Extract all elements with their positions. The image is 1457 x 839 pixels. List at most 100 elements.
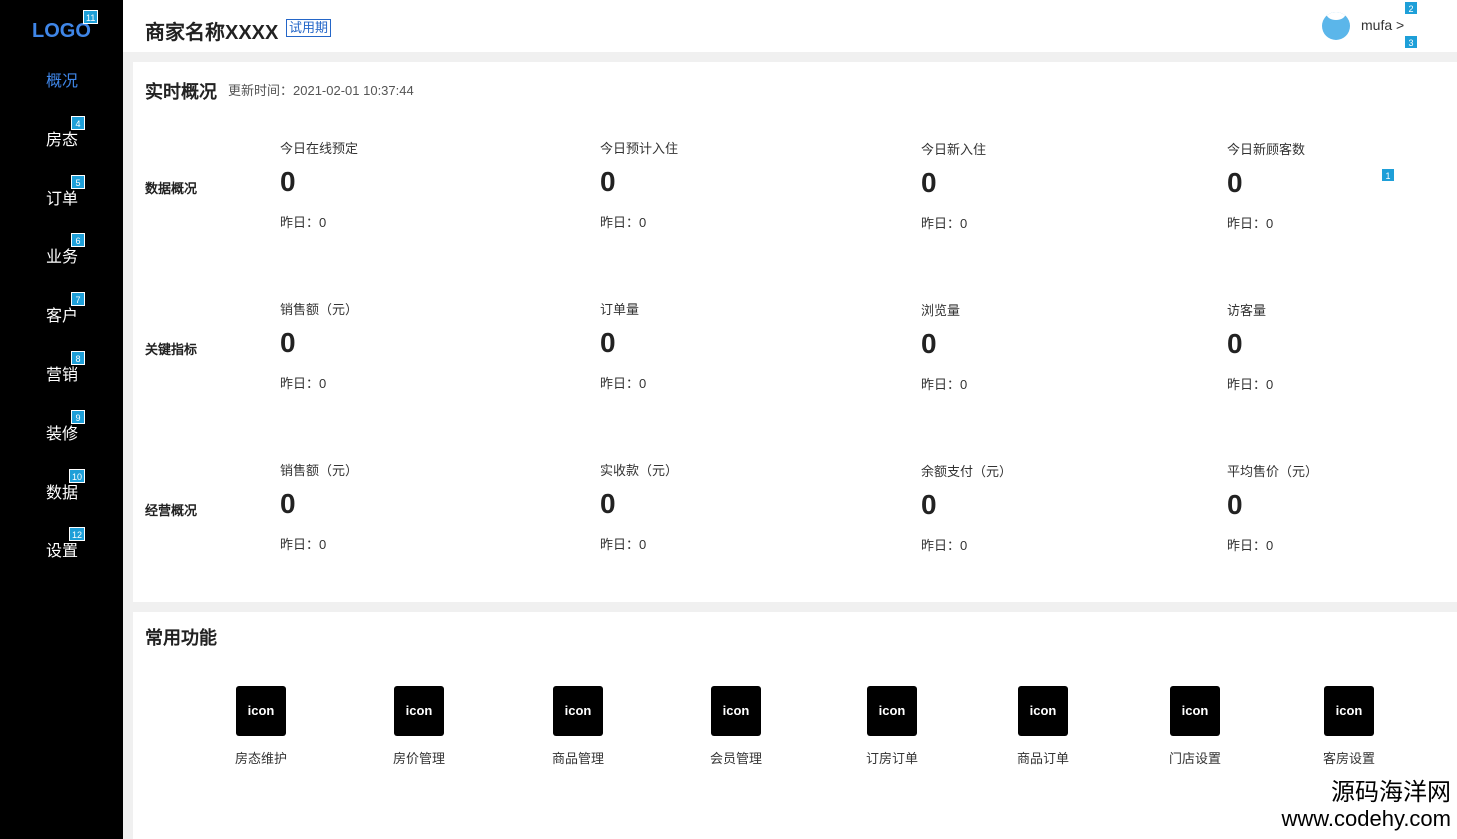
metric-card: 今日在线预定 0 昨日：0 xyxy=(280,138,500,248)
metric-card: 访客量 0 昨日：0 xyxy=(1227,300,1447,410)
nav-badge: 8 xyxy=(71,351,85,365)
trial-tag: 试用期 xyxy=(286,19,332,37)
function-label: 商品管理 xyxy=(551,751,604,766)
common-functions-panel: 常用功能 icon 房态维护 icon 房价管理 icon 商品管理 icon … xyxy=(133,612,1457,839)
metric-value: 0 xyxy=(921,167,937,198)
watermark-line2: www.codehy.com xyxy=(1281,806,1451,831)
metric-label: 销售额（元） xyxy=(280,302,359,317)
metric-card: 余额支付（元） 0 昨日：0 xyxy=(921,461,1141,571)
metric-value: 0 xyxy=(600,327,616,358)
metric-label: 今日新顾客数 xyxy=(1227,142,1306,157)
logo-badge: 11 xyxy=(83,10,99,24)
function-label: 订房订单 xyxy=(865,751,918,766)
nav-badge: 9 xyxy=(71,410,85,424)
function-icon: icon xyxy=(1324,686,1374,736)
nav-badge: 12 xyxy=(69,527,86,541)
metric-card: 销售额（元） 0 昨日：0 xyxy=(280,299,500,409)
metric-yesterday: 昨日：0 xyxy=(921,538,968,553)
row-label-operations: 经营概况 xyxy=(145,503,198,518)
sidebar-item-overview[interactable]: 概况 xyxy=(46,67,78,91)
metric-card: 今日新入住 0 昨日：0 xyxy=(921,139,1141,249)
metric-label: 浏览量 xyxy=(921,303,961,318)
merchant-name: 商家名称XXXX xyxy=(145,22,279,44)
metric-card: 销售额（元） 0 昨日：0 xyxy=(280,460,500,570)
metric-value: 0 xyxy=(1227,167,1243,198)
function-icon: icon xyxy=(1170,686,1220,736)
function-products[interactable]: icon 商品管理 xyxy=(533,686,623,776)
nav-badge: 4 xyxy=(71,116,85,130)
metric-yesterday: 昨日：0 xyxy=(280,376,327,391)
metric-value: 0 xyxy=(280,327,296,358)
avatar[interactable] xyxy=(1322,12,1350,40)
function-icon: icon xyxy=(236,686,286,736)
row-label-data-overview: 数据概况 xyxy=(145,181,198,196)
function-icon: icon xyxy=(867,686,917,736)
function-icon: icon xyxy=(711,686,761,736)
metric-label: 今日新入住 xyxy=(921,142,987,157)
function-icon: icon xyxy=(1018,686,1068,736)
overview-title: 实时概况 xyxy=(145,82,217,102)
metric-label: 今日预计入住 xyxy=(600,141,679,156)
metric-yesterday: 昨日：0 xyxy=(1227,538,1274,553)
metric-yesterday: 昨日：0 xyxy=(600,537,647,552)
metric-label: 访客量 xyxy=(1227,303,1267,318)
metric-yesterday: 昨日：0 xyxy=(600,215,647,230)
function-label: 会员管理 xyxy=(709,751,762,766)
metric-value: 0 xyxy=(921,328,937,359)
function-store-settings[interactable]: icon 门店设置 xyxy=(1150,686,1240,776)
metric-label: 平均售价（元） xyxy=(1227,464,1319,479)
metric-value: 0 xyxy=(280,488,296,519)
function-members[interactable]: icon 会员管理 xyxy=(691,686,781,776)
metric-yesterday: 昨日：0 xyxy=(921,216,968,231)
function-room-price[interactable]: icon 房价管理 xyxy=(374,686,464,776)
nav-badge: 5 xyxy=(71,175,85,189)
metric-value: 0 xyxy=(1227,489,1243,520)
function-room-status[interactable]: icon 房态维护 xyxy=(216,686,306,776)
watermark: 源码海洋网 www.codehy.com xyxy=(1281,779,1451,831)
sidebar: LOGO 11 概况 房态 4 订单 5 业务 6 客户 7 营销 8 装修 9… xyxy=(0,0,123,839)
metric-card: 平均售价（元） 0 昨日：0 xyxy=(1227,461,1447,571)
metric-value: 0 xyxy=(600,488,616,519)
metric-label: 今日在线预定 xyxy=(280,141,359,156)
functions-title: 常用功能 xyxy=(145,628,217,648)
metric-card: 今日新顾客数 0 昨日：0 xyxy=(1227,139,1447,249)
metric-yesterday: 昨日：0 xyxy=(1227,216,1274,231)
header-badge: 3 xyxy=(1404,35,1418,49)
metric-value: 0 xyxy=(280,166,296,197)
metric-value: 0 xyxy=(1227,328,1243,359)
header-badge: 2 xyxy=(1404,1,1418,15)
function-room-settings[interactable]: icon 客房设置 xyxy=(1304,686,1394,776)
user-menu[interactable]: mufa > xyxy=(1361,17,1404,33)
metric-card: 浏览量 0 昨日：0 xyxy=(921,300,1141,410)
nav-badge: 7 xyxy=(71,292,85,306)
metric-card: 订单量 0 昨日：0 xyxy=(600,299,820,409)
metric-card: 实收款（元） 0 昨日：0 xyxy=(600,460,820,570)
function-room-orders[interactable]: icon 订房订单 xyxy=(847,686,937,776)
row-label-key-metrics: 关键指标 xyxy=(145,342,198,357)
function-product-orders[interactable]: icon 商品订单 xyxy=(998,686,1088,776)
metric-card: 今日预计入住 0 昨日：0 xyxy=(600,138,820,248)
function-icon: icon xyxy=(553,686,603,736)
top-header: 商家名称XXXX 试用期 mufa > 2 3 xyxy=(123,0,1457,52)
update-time: 更新时间：2021-02-01 10:37:44 xyxy=(228,83,414,98)
function-label: 房价管理 xyxy=(392,751,445,766)
watermark-line1: 源码海洋网 xyxy=(1331,779,1451,806)
function-label: 商品订单 xyxy=(1016,751,1069,766)
metric-label: 余额支付（元） xyxy=(921,464,1013,479)
metric-yesterday: 昨日：0 xyxy=(600,376,647,391)
metric-yesterday: 昨日：0 xyxy=(280,537,327,552)
function-label: 门店设置 xyxy=(1168,751,1221,766)
function-label: 客房设置 xyxy=(1322,751,1375,766)
metric-label: 销售额（元） xyxy=(280,463,359,478)
function-icon: icon xyxy=(394,686,444,736)
metric-yesterday: 昨日：0 xyxy=(921,377,968,392)
nav-badge: 6 xyxy=(71,233,85,247)
nav-badge: 10 xyxy=(69,469,86,483)
metric-label: 实收款（元） xyxy=(600,463,679,478)
metric-value: 0 xyxy=(921,489,937,520)
metric-yesterday: 昨日：0 xyxy=(1227,377,1274,392)
function-label: 房态维护 xyxy=(234,751,287,766)
metric-value: 0 xyxy=(600,166,616,197)
realtime-overview-panel: 实时概况 更新时间：2021-02-01 10:37:44 1 数据概况 今日在… xyxy=(133,62,1457,602)
metric-label: 订单量 xyxy=(600,302,640,317)
